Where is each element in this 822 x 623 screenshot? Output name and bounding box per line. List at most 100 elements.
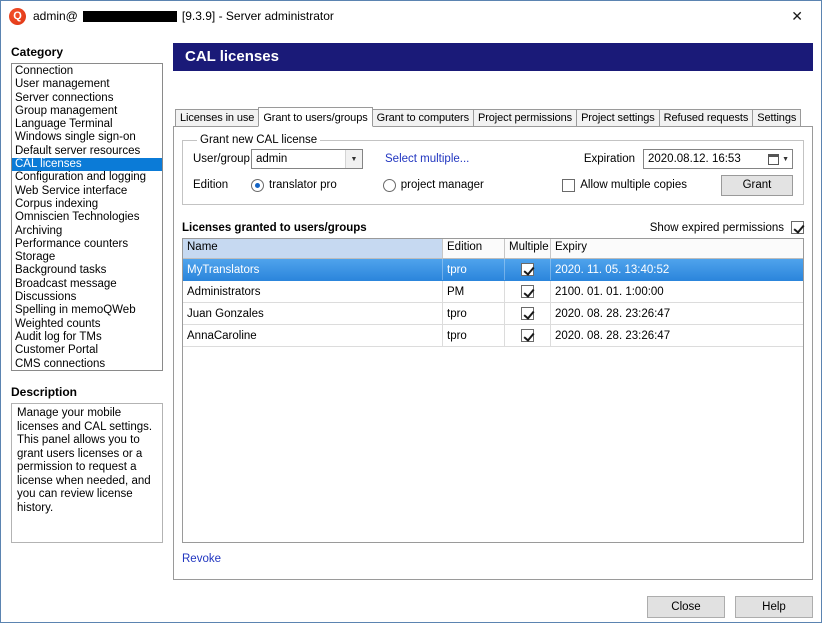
sidebar-item[interactable]: Audit log for TMs <box>12 331 162 344</box>
tab-grant-to-users-groups[interactable]: Grant to users/groups <box>258 107 372 127</box>
show-expired-permissions[interactable]: Show expired permissions <box>650 221 804 234</box>
sidebar-item[interactable]: Windows single sign-on <box>12 131 162 144</box>
cell-name: MyTranslators <box>183 259 443 280</box>
cell-expiry: 2100. 01. 01. 1:00:00 <box>551 281 803 302</box>
redacted-server-name <box>83 11 177 22</box>
multiple-checkbox[interactable] <box>521 307 534 320</box>
sidebar-item[interactable]: Corpus indexing <box>12 198 162 211</box>
cell-edition: tpro <box>443 325 505 346</box>
sidebar-item[interactable]: Configuration and logging <box>12 171 162 184</box>
sidebar-item[interactable]: Default server resources <box>12 145 162 158</box>
close-icon[interactable]: ✕ <box>783 6 811 27</box>
server-administrator-window: Q admin@ [9.3.9] - Server administrator … <box>0 0 822 623</box>
granted-section-bar: Licenses granted to users/groups Show ex… <box>182 221 804 234</box>
license-table: Name Edition Multiple Expiry MyTranslato… <box>182 238 804 543</box>
tab-licenses-in-use[interactable]: Licenses in use <box>175 109 259 127</box>
sidebar-item[interactable]: CAL licenses <box>12 158 162 171</box>
allow-multiple-checkbox[interactable] <box>562 179 575 192</box>
multiple-checkbox[interactable] <box>521 285 534 298</box>
select-multiple-link[interactable]: Select multiple... <box>385 153 469 165</box>
description-text: Manage your mobile licenses and CAL sett… <box>11 403 163 543</box>
sidebar-item[interactable]: Archiving <box>12 225 162 238</box>
sidebar-item[interactable]: Connection <box>12 65 162 78</box>
titlebar: Q admin@ [9.3.9] - Server administrator … <box>1 1 821 31</box>
sidebar-item[interactable]: Group management <box>12 105 162 118</box>
chevron-down-icon[interactable]: ▼ <box>782 156 789 163</box>
radio-translator-pro-label: translator pro <box>269 179 337 191</box>
sidebar-item[interactable]: User management <box>12 78 162 91</box>
help-button[interactable]: Help <box>735 596 813 618</box>
allow-multiple-copies[interactable]: Allow multiple copies <box>562 179 687 192</box>
column-header-expiry[interactable]: Expiry <box>551 239 803 258</box>
category-listbox: ConnectionUser managementServer connecti… <box>11 63 163 371</box>
grant-row-user: User/group admin ▼ Select multiple... Ex… <box>193 146 793 172</box>
sidebar-item[interactable]: Spelling in memoQWeb <box>12 304 162 317</box>
cell-multiple <box>505 325 551 346</box>
grant-button[interactable]: Grant <box>721 175 793 196</box>
sidebar: Category ConnectionUser managementServer… <box>1 31 171 623</box>
radio-project-manager[interactable]: project manager <box>383 179 484 192</box>
cell-edition: PM <box>443 281 505 302</box>
tab-project-settings[interactable]: Project settings <box>576 109 660 127</box>
column-header-multiple[interactable]: Multiple <box>505 239 551 258</box>
granted-section-label: Licenses granted to users/groups <box>182 222 367 234</box>
sidebar-item[interactable]: Performance counters <box>12 238 162 251</box>
cell-name: Juan Gonzales <box>183 303 443 324</box>
multiple-checkbox[interactable] <box>521 263 534 276</box>
page-title: CAL licenses <box>173 43 813 71</box>
user-group-value: admin <box>252 153 345 165</box>
main-panel: CAL licenses Licenses in use Grant to us… <box>171 31 821 623</box>
cell-multiple <box>505 281 551 302</box>
sidebar-item[interactable]: CMS connections <box>12 358 162 371</box>
radio-project-manager-label: project manager <box>401 179 484 191</box>
expiration-value: 2020.08.12. 16:53 <box>644 153 768 165</box>
allow-multiple-label: Allow multiple copies <box>580 179 687 191</box>
show-expired-label: Show expired permissions <box>650 222 784 234</box>
cell-edition: tpro <box>443 303 505 324</box>
tab-settings[interactable]: Settings <box>752 109 801 127</box>
sidebar-item[interactable]: Background tasks <box>12 264 162 277</box>
tab-grant-to-computers[interactable]: Grant to computers <box>372 109 474 127</box>
sidebar-item[interactable]: Broadcast message <box>12 278 162 291</box>
sidebar-item[interactable]: Web Service interface <box>12 185 162 198</box>
window-title: admin@ [9.3.9] - Server administrator <box>33 9 334 23</box>
sidebar-item[interactable]: Language Terminal <box>12 118 162 131</box>
multiple-checkbox[interactable] <box>521 329 534 342</box>
sidebar-item[interactable]: Storage <box>12 251 162 264</box>
dialog-body: Category ConnectionUser managementServer… <box>1 31 821 623</box>
user-group-combobox[interactable]: admin ▼ <box>251 149 363 169</box>
expiration-label: Expiration <box>584 153 635 165</box>
sidebar-item[interactable]: Weighted counts <box>12 318 162 331</box>
title-version: [9.3.9] - Server administrator <box>182 9 334 23</box>
sidebar-item[interactable]: Omniscien Technologies <box>12 211 162 224</box>
expiration-datepicker[interactable]: 2020.08.12. 16:53 ▼ <box>643 149 793 169</box>
column-header-name[interactable]: Name <box>183 239 443 258</box>
category-label: Category <box>11 45 163 59</box>
calendar-icon[interactable] <box>768 154 779 165</box>
table-row[interactable]: AdministratorsPM2100. 01. 01. 1:00:00 <box>183 281 803 303</box>
tab-refused-requests[interactable]: Refused requests <box>659 109 754 127</box>
table-row[interactable]: AnnaCarolinetpro 2020. 08. 28. 23:26:47 <box>183 325 803 347</box>
sidebar-item[interactable]: Discussions <box>12 291 162 304</box>
cell-name: AnnaCaroline <box>183 325 443 346</box>
sidebar-item[interactable]: Customer Portal <box>12 344 162 357</box>
dialog-footer: Close Help <box>173 596 813 618</box>
revoke-link[interactable]: Revoke <box>182 553 221 565</box>
tab-strip: Licenses in use Grant to users/groups Gr… <box>173 107 813 127</box>
table-header-row: Name Edition Multiple Expiry <box>183 239 803 259</box>
user-group-label: User/group <box>193 153 251 165</box>
chevron-down-icon[interactable]: ▼ <box>345 150 362 168</box>
cell-expiry: 2020. 08. 28. 23:26:47 <box>551 325 803 346</box>
radio-button-icon <box>251 179 264 192</box>
show-expired-checkbox[interactable] <box>791 221 804 234</box>
sidebar-item[interactable]: Server connections <box>12 92 162 105</box>
column-header-edition[interactable]: Edition <box>443 239 505 258</box>
radio-translator-pro[interactable]: translator pro <box>251 179 337 192</box>
tab-project-permissions[interactable]: Project permissions <box>473 109 577 127</box>
table-row[interactable]: MyTranslatorstpro2020. 11. 05. 13:40:52 <box>183 259 803 281</box>
close-button[interactable]: Close <box>647 596 725 618</box>
grant-row-edition: Edition translator pro project manager A… <box>193 172 793 198</box>
table-row[interactable]: Juan Gonzalestpro 2020. 08. 28. 23:26:47 <box>183 303 803 325</box>
cell-expiry: 2020. 08. 28. 23:26:47 <box>551 303 803 324</box>
title-user: admin@ <box>33 9 78 23</box>
